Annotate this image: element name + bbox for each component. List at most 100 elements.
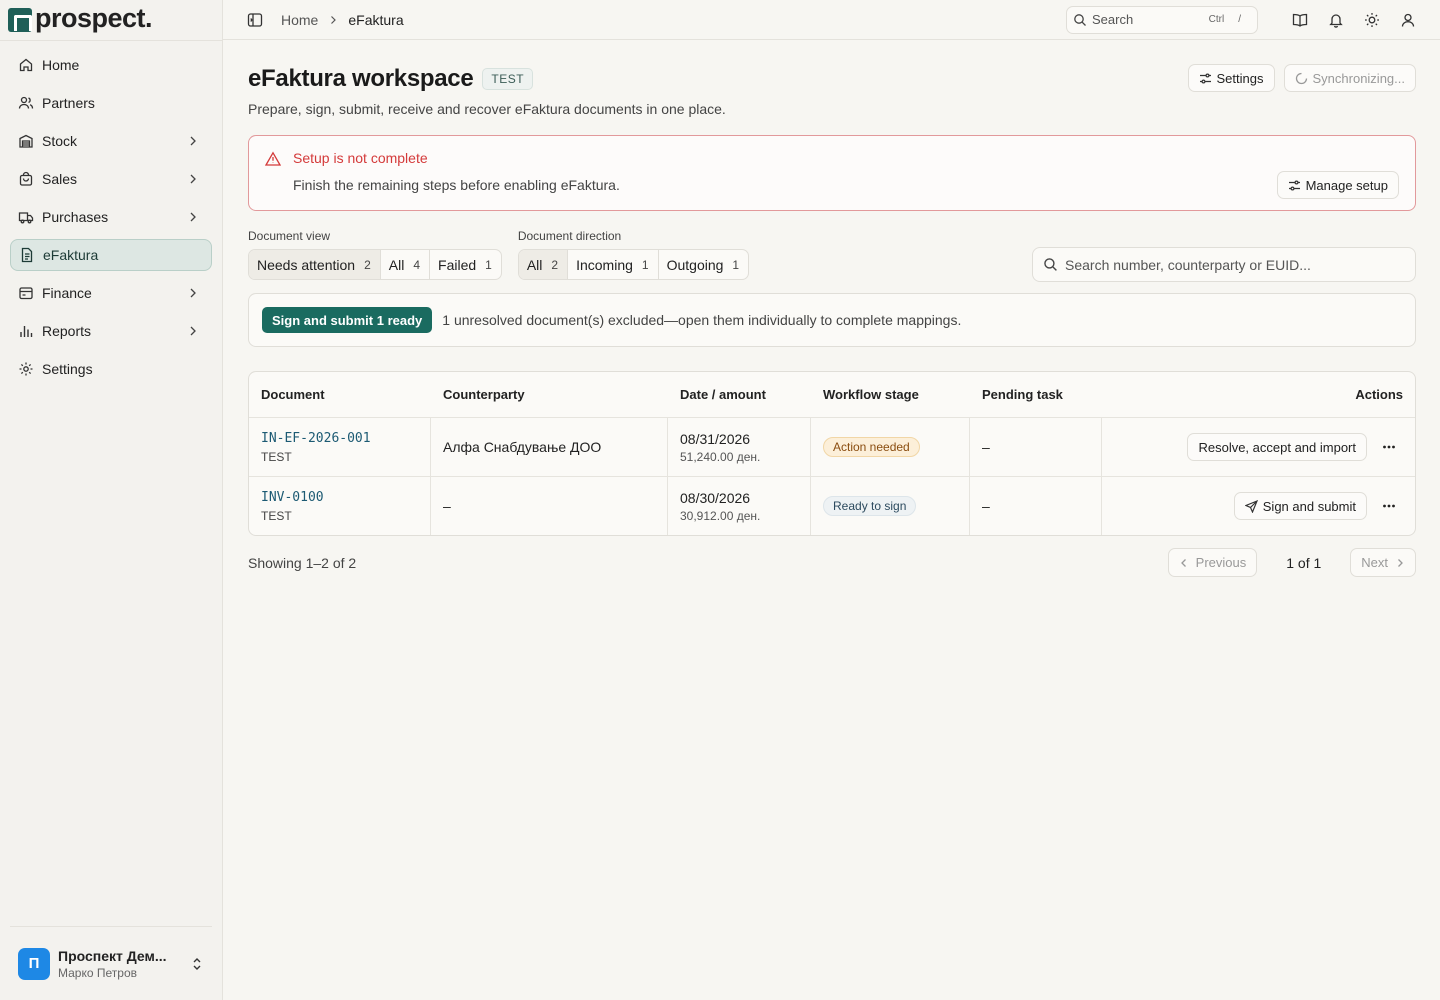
more-horizontal-icon[interactable] bbox=[1381, 439, 1397, 455]
users-icon bbox=[18, 95, 34, 111]
document-direction-segments: All 2 Incoming 1 Outgoing 1 bbox=[517, 249, 750, 280]
org-switcher[interactable]: П Проспект Дем... Марко Петров bbox=[10, 926, 212, 1000]
main: Home eFaktura Search Ctrl / eFaktura work… bbox=[223, 0, 1440, 1000]
sync-button-label: Synchronizing... bbox=[1312, 70, 1406, 86]
page-content: eFaktura workspace TEST Settings Synchro… bbox=[223, 64, 1440, 577]
manage-setup-button[interactable]: Manage setup bbox=[1276, 171, 1399, 199]
pending-task-cell: – bbox=[970, 418, 1102, 476]
segment-count: 4 bbox=[413, 257, 421, 272]
sign-and-submit-button[interactable]: Sign and submit bbox=[1233, 492, 1367, 520]
chevron-right-icon bbox=[190, 212, 196, 222]
book-open-icon[interactable] bbox=[1292, 12, 1308, 28]
global-search[interactable]: Search Ctrl / bbox=[1066, 5, 1258, 34]
sidebar-item-purchases[interactable]: Purchases bbox=[10, 201, 212, 233]
sidebar-item-finance[interactable]: Finance bbox=[10, 277, 212, 309]
logo[interactable]: prospect. bbox=[0, 0, 222, 40]
bell-icon[interactable] bbox=[1328, 12, 1344, 28]
page-info: 1 of 1 bbox=[1286, 554, 1322, 571]
manage-setup-label: Manage setup bbox=[1305, 177, 1388, 193]
sidebar-item-partners[interactable]: Partners bbox=[10, 87, 212, 119]
bulk-action-bar: Sign and submit 1 ready 1 unresolved doc… bbox=[248, 293, 1416, 347]
chevron-right-icon bbox=[190, 288, 196, 298]
next-page-button[interactable]: Next bbox=[1350, 548, 1416, 577]
sign-and-submit-ready-button[interactable]: Sign and submit 1 ready bbox=[262, 307, 433, 333]
segment-label: All bbox=[388, 256, 405, 273]
sidebar-item-stock[interactable]: Stock bbox=[10, 125, 212, 157]
sidebar-item-sales[interactable]: Sales bbox=[10, 163, 212, 195]
document-search-input[interactable]: Search number, counterparty or EUID... bbox=[1032, 247, 1416, 282]
document-search-placeholder: Search number, counterparty or EUID... bbox=[1065, 256, 1311, 273]
home-icon bbox=[18, 57, 34, 73]
sidebar-toggle-icon[interactable] bbox=[247, 12, 263, 28]
document-number-link[interactable]: IN-EF-2026-001 bbox=[261, 431, 418, 446]
search-icon bbox=[1074, 13, 1086, 26]
spinner-icon bbox=[1295, 72, 1307, 84]
logo-text: prospect. bbox=[35, 2, 153, 33]
more-horizontal-icon[interactable] bbox=[1381, 498, 1397, 514]
document-icon bbox=[19, 247, 35, 263]
logo-mark-icon bbox=[8, 8, 32, 32]
direction-all[interactable]: All 2 bbox=[518, 250, 569, 279]
breadcrumb: Home eFaktura bbox=[281, 12, 404, 28]
chevron-up-down-icon bbox=[193, 957, 201, 970]
resolve-accept-import-button[interactable]: Resolve, accept and import bbox=[1187, 433, 1367, 461]
column-header-workflow-stage[interactable]: Workflow stage bbox=[811, 372, 970, 417]
warehouse-icon bbox=[18, 133, 34, 149]
documents-table: Document Counterparty Date / amount Work… bbox=[248, 371, 1416, 536]
direction-outgoing[interactable]: Outgoing 1 bbox=[659, 250, 749, 279]
sliders-icon bbox=[1199, 72, 1211, 84]
settings-button-label: Settings bbox=[1216, 70, 1264, 86]
sidebar-item-label: Partners bbox=[42, 95, 95, 111]
user-icon[interactable] bbox=[1400, 12, 1416, 28]
breadcrumb-home[interactable]: Home bbox=[281, 12, 318, 28]
column-header-counterparty[interactable]: Counterparty bbox=[431, 372, 668, 417]
view-failed[interactable]: Failed 1 bbox=[430, 250, 501, 279]
chevron-right-icon bbox=[1398, 558, 1403, 567]
document-direction-filter: Document direction All 2 Incoming 1 Outgoi… bbox=[517, 229, 750, 280]
segment-label: Needs attention bbox=[257, 256, 356, 273]
status-badge: Action needed bbox=[823, 437, 920, 457]
column-header-document[interactable]: Document bbox=[249, 372, 431, 417]
sidebar-item-reports[interactable]: Reports bbox=[10, 315, 212, 347]
document-env-tag: TEST bbox=[261, 508, 292, 523]
column-header-pending-task[interactable]: Pending task bbox=[970, 372, 1102, 417]
environment-badge: TEST bbox=[482, 68, 534, 90]
sidebar-item-label: Purchases bbox=[42, 209, 109, 225]
alert-title: Setup is not complete bbox=[293, 150, 428, 166]
document-view-label: Document view bbox=[248, 229, 331, 243]
direction-incoming[interactable]: Incoming 1 bbox=[568, 250, 659, 279]
column-header-date-amount[interactable]: Date / amount bbox=[668, 372, 811, 417]
previous-page-button[interactable]: Previous bbox=[1167, 548, 1258, 577]
pagination: Showing 1–2 of 2 Previous 1 of 1 Next bbox=[248, 548, 1416, 577]
segment-count: 1 bbox=[485, 257, 492, 272]
sidebar: prospect. Home Partners Stock Sales Purc… bbox=[0, 0, 223, 1000]
org-info: Проспект Дем... Марко Петров bbox=[58, 948, 190, 980]
sidebar-item-home[interactable]: Home bbox=[10, 49, 212, 81]
showing-count: Showing 1–2 of 2 bbox=[248, 554, 357, 571]
sidebar-item-efaktura[interactable]: eFaktura bbox=[10, 239, 212, 271]
filters: Document view Needs attention 2 All 4 Fail… bbox=[248, 229, 1416, 282]
view-all[interactable]: All 4 bbox=[381, 250, 431, 279]
document-number-link[interactable]: INV-0100 bbox=[261, 490, 418, 505]
counterparty-cell: Алфа Снабдување ДОО bbox=[431, 418, 668, 476]
sidebar-nav: Home Partners Stock Sales Purchases eFak… bbox=[0, 40, 222, 399]
column-header-actions: Actions bbox=[1355, 387, 1403, 402]
sidebar-item-label: Home bbox=[42, 57, 80, 73]
sidebar-item-label: Reports bbox=[42, 323, 92, 339]
segment-label: Failed bbox=[438, 256, 477, 273]
search-icon bbox=[1044, 258, 1057, 271]
actions-cell: Resolve, accept and import bbox=[1102, 418, 1415, 476]
setup-alert: Setup is not complete Finish the remaini… bbox=[248, 135, 1416, 211]
sun-icon[interactable] bbox=[1364, 12, 1380, 28]
document-env-tag: TEST bbox=[261, 449, 292, 464]
table-header-row: Document Counterparty Date / amount Work… bbox=[249, 372, 1415, 418]
sync-button[interactable]: Synchronizing... bbox=[1283, 64, 1416, 92]
settings-button[interactable]: Settings bbox=[1187, 64, 1275, 92]
sidebar-item-settings[interactable]: Settings bbox=[10, 353, 212, 385]
topbar-actions: Search Ctrl / bbox=[1066, 5, 1416, 34]
counterparty-cell: – bbox=[431, 477, 668, 535]
actions-cell: Sign and submit bbox=[1102, 477, 1415, 535]
view-needs-attention[interactable]: Needs attention 2 bbox=[249, 250, 381, 279]
bag-icon bbox=[18, 171, 34, 187]
chevron-right-icon bbox=[190, 174, 196, 184]
